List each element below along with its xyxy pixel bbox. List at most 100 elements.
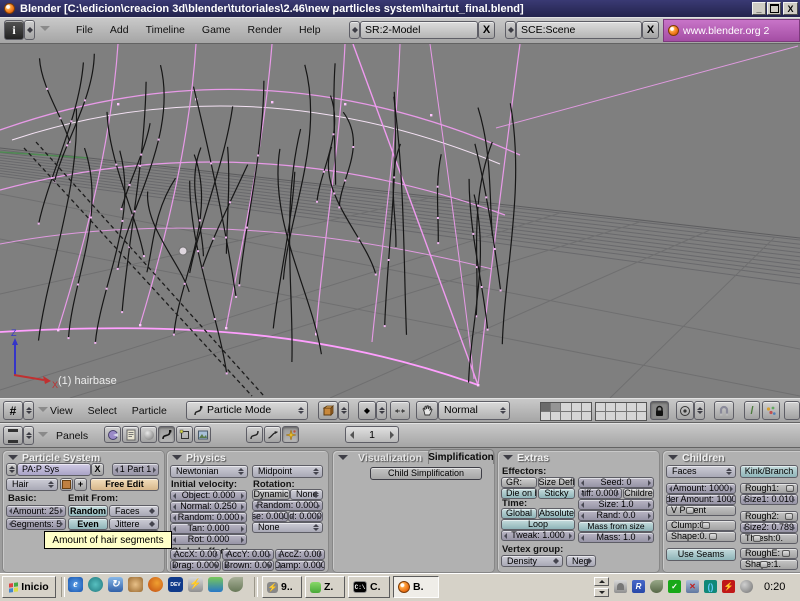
scene-browse-spinner[interactable] (505, 21, 516, 39)
rough2-slider[interactable]: Rough2: (740, 511, 798, 522)
children-from-dropdown[interactable]: Faces (666, 465, 736, 478)
pivot-spinner[interactable] (376, 401, 387, 420)
mode-dropdown[interactable]: Particle Mode (186, 401, 308, 420)
layer-4[interactable] (572, 403, 581, 411)
subcontext-particles-button-active[interactable] (282, 426, 299, 443)
partial-header-button[interactable] (784, 401, 800, 420)
menu-render[interactable]: Render (248, 24, 282, 36)
context-scene-button[interactable] (194, 426, 211, 443)
damp-field[interactable]: Damp: 0.000 (275, 560, 325, 571)
layer-2[interactable] (551, 403, 560, 411)
view3d-window-type-button[interactable]: # (3, 401, 23, 420)
mass-from-size-toggle[interactable]: Mass from size (578, 521, 654, 532)
accy-field[interactable]: AccY: 0.00 (222, 549, 274, 560)
context-object-button-active[interactable] (158, 426, 175, 443)
mass-field[interactable]: Mass: 1.0 (578, 532, 654, 543)
window-type-info-button[interactable]: i (4, 20, 24, 40)
pivot-button[interactable]: ◆ (358, 401, 376, 420)
menu-add[interactable]: Add (110, 24, 129, 36)
menu-particle[interactable]: Particle (132, 405, 167, 417)
header-collapse-icon[interactable] (40, 26, 50, 31)
ie-icon[interactable]: e (68, 577, 83, 592)
accx-field[interactable]: AccX: 0.00 (170, 549, 221, 560)
close-button[interactable]: X (783, 2, 798, 15)
layer-16[interactable] (596, 412, 605, 420)
pencil-slash-button[interactable]: / (744, 401, 760, 420)
layer-14[interactable] (572, 412, 581, 420)
emit-random-toggle[interactable]: Random (68, 505, 108, 517)
gr-field[interactable]: GR: (501, 477, 537, 488)
layer-3[interactable] (561, 403, 570, 411)
velocity-tan-field[interactable]: Tan: 0.000 (170, 523, 247, 534)
rotation-random-field[interactable]: Random: 0.000 (252, 500, 323, 511)
panel-physics-title[interactable]: Physics (186, 452, 226, 464)
menu-panels[interactable]: Panels (56, 430, 88, 442)
phase-field[interactable]: se: 0.000 (252, 511, 288, 522)
vparent-slider[interactable]: V Parent (666, 505, 736, 516)
layer-15[interactable] (582, 412, 591, 420)
kink-branch-toggle[interactable]: Kink/Branch (740, 465, 798, 478)
panel-extras-title[interactable]: Extras (517, 452, 549, 464)
leaf-icon[interactable] (228, 577, 243, 592)
velocity-normal-field[interactable]: Normal: 0.250 (170, 501, 247, 512)
taskbar-scroll[interactable] (594, 577, 609, 597)
sticky-toggle[interactable]: Sticky (538, 488, 575, 499)
layer-12[interactable] (551, 412, 560, 420)
screen-selector[interactable]: SR:2-Model (360, 21, 478, 39)
tray-realplayer-icon[interactable]: R (632, 580, 645, 593)
tweak-field[interactable]: Tweak: 1.000 (501, 530, 575, 541)
children-amount-field[interactable]: Amount: 1000 (666, 483, 736, 494)
ps-browse-icon-button[interactable] (60, 478, 73, 491)
brown-field[interactable]: Brown: 0.00 (222, 560, 274, 571)
layer-buttons-1[interactable] (540, 402, 592, 421)
thresh-slider[interactable]: Thresh:0. (740, 533, 798, 544)
menu-help[interactable]: Help (299, 24, 321, 36)
rough1-slider[interactable]: Rough1: (740, 483, 798, 494)
globe-icon[interactable] (88, 577, 103, 592)
stiff-field[interactable]: tiff: 0.000 (578, 488, 622, 499)
task-blender-active[interactable]: B. (393, 576, 439, 598)
layer-17[interactable] (606, 412, 615, 420)
ps-browse-spinner[interactable] (6, 463, 17, 476)
velocity-object-field[interactable]: Object: 0.000 (170, 490, 247, 501)
rough-end-slider[interactable]: RoughE: (740, 548, 798, 559)
menu-file[interactable]: File (76, 24, 93, 36)
layer-18[interactable] (616, 412, 625, 420)
scene-selector[interactable]: SCE:Scene (516, 21, 642, 39)
ftp-app-icon[interactable]: ↻ (108, 577, 123, 592)
segments-field[interactable]: Segments: 5 (6, 518, 66, 530)
emit-jittered-dropdown[interactable]: Jittere (109, 518, 159, 530)
ps-add-button[interactable]: + (74, 478, 87, 491)
ps-part-field[interactable]: 1 Part 1 (112, 463, 159, 476)
size-defl-toggle[interactable]: Size Defl (538, 477, 575, 488)
tab-visualization[interactable]: Visualization (358, 452, 422, 464)
messenger-icon[interactable] (208, 577, 223, 592)
tray-sync-icon[interactable]: () (704, 580, 717, 593)
layer-8[interactable] (616, 403, 625, 411)
restore-button[interactable] (767, 2, 781, 15)
context-script-button[interactable] (122, 426, 139, 443)
tray-user-icon[interactable] (614, 580, 627, 593)
layer-6[interactable] (596, 403, 605, 411)
shape-slider[interactable]: Shape:0. (666, 531, 736, 542)
manipulator-button[interactable] (390, 401, 410, 420)
layer-19[interactable] (627, 412, 636, 420)
menu-select[interactable]: Select (88, 405, 117, 417)
screen-browse-spinner[interactable] (349, 21, 360, 39)
view3d-window-type-spinner[interactable] (23, 401, 34, 420)
buttons-window-type-button[interactable] (3, 426, 23, 445)
amount-field[interactable]: Amount: 25 (6, 505, 66, 517)
render-preview-button[interactable] (762, 401, 780, 420)
panel-physics-collapse-icon[interactable] (172, 455, 182, 460)
emule-icon[interactable] (128, 577, 143, 592)
winamp-icon[interactable]: ⚡ (188, 577, 203, 592)
neg-toggle[interactable]: Neg (566, 555, 596, 567)
ps-type-dropdown[interactable]: Hair (6, 478, 58, 491)
taskbar-scroll-down[interactable] (594, 588, 609, 597)
view3d-collapse-icon[interactable] (38, 407, 48, 412)
dev-cpp-icon[interactable]: DEV (168, 577, 183, 592)
rotation-dynamic-button[interactable]: Dynamic (252, 489, 290, 500)
layer-7[interactable] (606, 403, 615, 411)
absolute-toggle[interactable]: Absolute (538, 508, 575, 519)
snap-button[interactable] (714, 401, 734, 420)
